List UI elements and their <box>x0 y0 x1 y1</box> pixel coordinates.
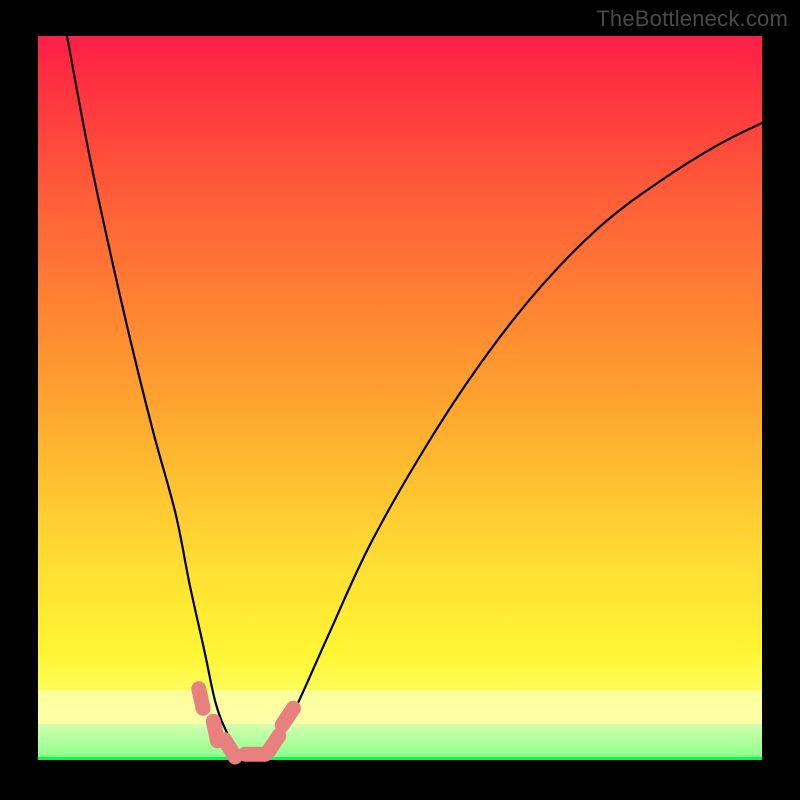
chart-frame: TheBottleneck.com <box>0 0 800 800</box>
marker-group <box>190 680 304 767</box>
curve-marker <box>272 698 304 735</box>
attribution-text: TheBottleneck.com <box>596 6 788 32</box>
plot-area <box>38 36 762 760</box>
curve-marker <box>190 680 212 717</box>
chart-svg <box>38 36 762 760</box>
bottleneck-curve <box>67 36 762 757</box>
